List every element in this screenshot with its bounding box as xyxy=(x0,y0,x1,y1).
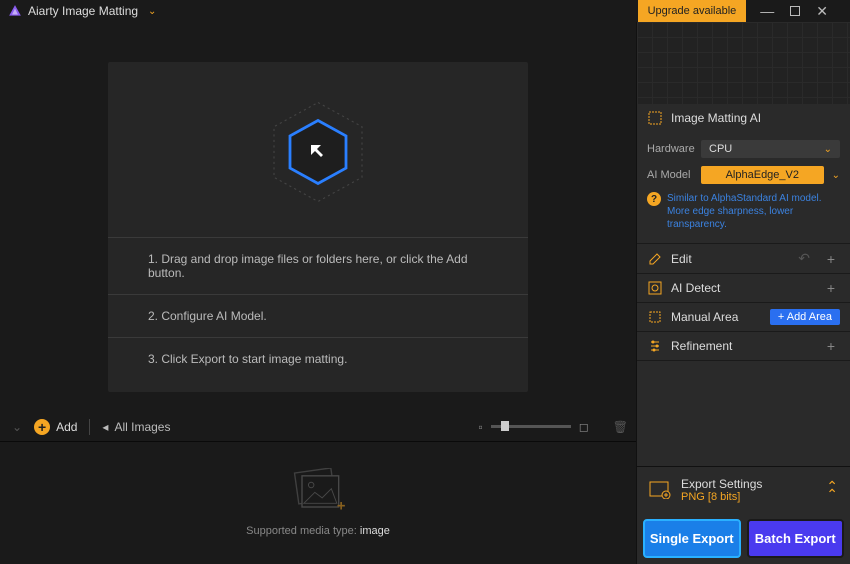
add-area-button[interactable]: + Add Area xyxy=(770,309,840,325)
preview-strip xyxy=(637,22,850,104)
titlebar: Aiarty Image Matting ⌄ Upgrade available… xyxy=(0,0,850,22)
image-small-icon: ▫ xyxy=(479,420,483,434)
export-settings-title: Export Settings xyxy=(681,477,816,491)
close-button[interactable]: ✕ xyxy=(816,3,828,20)
ai-matting-panel: Image Matting AI Hardware CPU⌄ AI Model … xyxy=(637,104,850,244)
placeholder-image-icon: + xyxy=(291,468,346,513)
export-settings-icon xyxy=(649,481,671,499)
edit-icon xyxy=(647,251,663,267)
app-title: Aiarty Image Matting xyxy=(28,4,138,18)
instruction-step-3: 3. Click Export to start image matting. xyxy=(108,337,528,380)
single-export-button[interactable]: Single Export xyxy=(643,519,741,558)
model-label: AI Model xyxy=(647,169,701,181)
maximize-button[interactable] xyxy=(790,6,800,16)
supported-media-label: Supported media type: image xyxy=(246,525,390,537)
hardware-select[interactable]: CPU⌄ xyxy=(701,140,840,158)
expand-icon[interactable]: + xyxy=(822,251,840,267)
expand-icon[interactable]: + xyxy=(822,280,840,296)
instruction-step-1: 1. Drag and drop image files or folders … xyxy=(108,237,528,294)
upload-arrow-icon xyxy=(306,140,330,164)
app-logo-icon xyxy=(8,4,22,18)
refinement-icon xyxy=(647,338,663,354)
refinement-panel-header[interactable]: Refinement + xyxy=(637,332,850,360)
export-format: PNG [8 bits] xyxy=(681,491,816,503)
chevron-down-icon[interactable]: ⌄ xyxy=(832,170,840,181)
manual-area-icon xyxy=(647,309,663,325)
drop-area[interactable]: 1. Drag and drop image files or folders … xyxy=(0,22,636,412)
batch-export-button[interactable]: Batch Export xyxy=(747,519,845,558)
hardware-label: Hardware xyxy=(647,143,701,155)
app-menu-chevron-icon[interactable]: ⌄ xyxy=(148,6,156,17)
edit-panel-header[interactable]: Edit ↶ + xyxy=(637,244,850,273)
main-panel: 1. Drag and drop image files or folders … xyxy=(0,22,637,564)
back-arrow-icon: ◂ xyxy=(102,420,108,434)
thumbnail-size-control: ▫ ◻ xyxy=(479,420,589,434)
minimize-button[interactable]: — xyxy=(760,3,774,19)
all-images-label: All Images xyxy=(114,420,170,434)
drop-hexagon-icon xyxy=(263,97,373,207)
all-images-button[interactable]: ◂ All Images xyxy=(102,420,170,434)
expand-icon[interactable]: + xyxy=(822,338,840,354)
add-button[interactable]: + Add xyxy=(34,419,77,435)
plus-icon: + xyxy=(34,419,50,435)
svg-text:+: + xyxy=(336,498,345,512)
upgrade-button[interactable]: Upgrade available xyxy=(638,0,747,22)
collapse-icon[interactable]: ⌄ xyxy=(8,420,26,434)
image-large-icon: ◻ xyxy=(579,420,589,434)
ai-matting-icon xyxy=(647,110,663,126)
instruction-step-2: 2. Configure AI Model. xyxy=(108,294,528,337)
ai-detect-panel-header[interactable]: AI Detect + xyxy=(637,274,850,302)
chevron-down-icon: ⌄ xyxy=(824,144,832,155)
add-label: Add xyxy=(56,420,77,434)
thumbnail-bar: ⌄ + Add ◂ All Images ▫ ◻ 🗑 xyxy=(0,412,636,562)
delete-button[interactable]: 🗑 xyxy=(613,420,628,434)
expand-up-icon[interactable]: ⌃⌃ xyxy=(826,482,838,499)
model-description: Similar to AlphaStandard AI model. More … xyxy=(667,192,840,231)
side-panel: Image Matting AI Hardware CPU⌄ AI Model … xyxy=(637,22,850,564)
model-select[interactable]: AlphaEdge_V2 xyxy=(701,166,824,184)
undo-icon[interactable]: ↶ xyxy=(798,250,810,267)
export-settings[interactable]: Export Settings PNG [8 bits] ⌃⌃ xyxy=(637,466,850,513)
manual-area-panel-header[interactable]: Manual Area + Add Area xyxy=(637,303,850,331)
ai-matting-title: Image Matting AI xyxy=(671,111,840,125)
window-controls: — ✕ xyxy=(746,3,842,20)
info-icon[interactable]: ? xyxy=(647,192,661,206)
detect-icon xyxy=(647,280,663,296)
thumbnail-size-slider[interactable] xyxy=(491,425,571,428)
